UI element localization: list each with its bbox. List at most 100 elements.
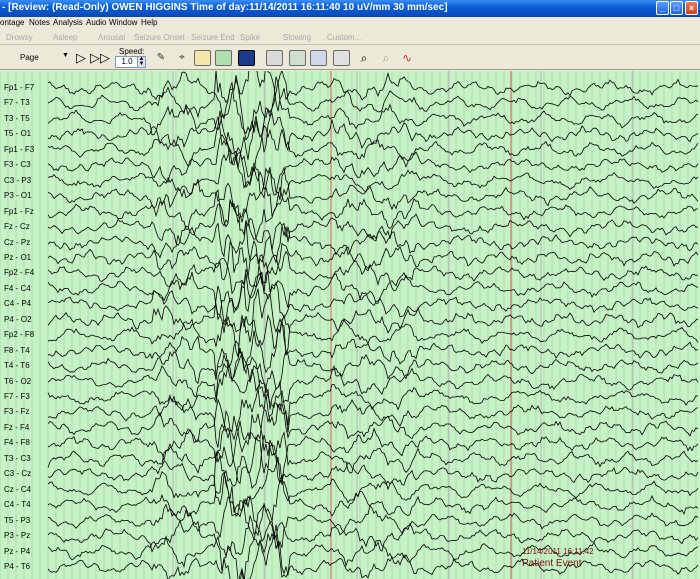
channel-label: F4 - C4 bbox=[4, 283, 31, 293]
close-button[interactable]: × bbox=[685, 1, 698, 15]
eeg-trace bbox=[47, 221, 699, 278]
play-icon[interactable]: ▷ bbox=[72, 49, 90, 67]
eeg-trace bbox=[47, 471, 699, 541]
channel-label: Pz - O1 bbox=[4, 252, 32, 262]
menu-analysis[interactable]: Analysis bbox=[53, 18, 83, 27]
annotation-bar: Drowsy Asleep Arousal Seizure Onset Seiz… bbox=[0, 30, 700, 45]
annotation-arousal[interactable]: Arousal bbox=[98, 33, 125, 42]
eeg-trace bbox=[47, 340, 699, 398]
speed-input[interactable]: 1.0 bbox=[115, 56, 139, 68]
eeg-trace bbox=[47, 285, 699, 358]
channel-label: F8 - T4 bbox=[4, 345, 30, 355]
menu-help[interactable]: Help bbox=[141, 18, 157, 27]
title-bar[interactable]: - [Review: (Read-Only) OWEN HIGGINS Time… bbox=[0, 0, 700, 17]
channel-label: P3 - Pz bbox=[4, 531, 31, 541]
channel-label: T6 - O2 bbox=[4, 376, 32, 386]
eeg-trace bbox=[47, 435, 699, 506]
dsa-icon[interactable] bbox=[194, 50, 211, 66]
report-icon[interactable] bbox=[310, 50, 327, 66]
menu-notes[interactable]: Notes bbox=[29, 18, 50, 27]
channel-label: T3 - C3 bbox=[4, 453, 31, 463]
annotation-custom[interactable]: Custom... bbox=[327, 33, 361, 42]
eeg-trace bbox=[47, 533, 699, 579]
channel-label: T5 - O1 bbox=[4, 129, 32, 139]
channel-label: Fz - F4 bbox=[4, 422, 30, 432]
annotation-seizure-onset[interactable]: Seizure Onset bbox=[134, 33, 185, 42]
channel-label: Pz - P4 bbox=[4, 546, 31, 556]
speed-stepper[interactable]: ▲ ▼ bbox=[137, 56, 146, 68]
channel-label: Fp1 - F3 bbox=[4, 144, 35, 154]
toolbar: Page ▼ ▷ ▷▷ Speed: 1.0 ▲ ▼ ✎ ⌖ ⌕ ⌕ ∿ bbox=[0, 46, 700, 70]
eeg-trace-panel[interactable]: Fp1 - F7 F7 - T3 T3 - T5 T5 - O1 Fp1 - F3 F3 … bbox=[0, 71, 700, 579]
annotation-drowsy[interactable]: Drowsy bbox=[6, 33, 33, 42]
patient-video-icon[interactable] bbox=[266, 50, 283, 66]
spectral-icon[interactable] bbox=[215, 50, 232, 66]
channel-label: T3 - T5 bbox=[4, 113, 30, 123]
channel-label: Fz - Cz bbox=[4, 222, 30, 232]
zoom-in-icon[interactable]: ⌕ bbox=[355, 49, 373, 67]
eeg-trace bbox=[47, 182, 699, 240]
channel-label: Cz - Pz bbox=[4, 237, 31, 247]
menu-audio[interactable]: Audio bbox=[86, 18, 106, 27]
eeg-trace bbox=[47, 133, 699, 201]
event-timestamp: 11/14/2011 16:11:42 bbox=[522, 547, 594, 556]
speed-label: Speed: bbox=[119, 47, 145, 56]
fast-forward-icon[interactable]: ▷▷ bbox=[90, 49, 110, 67]
channel-label: P4 - O2 bbox=[4, 314, 32, 324]
eeg-review-window: - [Review: (Read-Only) OWEN HIGGINS Time… bbox=[0, 0, 700, 579]
channel-label: F3 - Fz bbox=[4, 407, 30, 417]
eeg-trace bbox=[47, 166, 699, 227]
channel-label: Fp1 - F7 bbox=[4, 83, 35, 92]
menu-bar: ontage Notes Analysis Audio Window Help bbox=[0, 17, 700, 29]
channel-label: F4 - F8 bbox=[4, 438, 30, 448]
eeg-trace bbox=[47, 106, 699, 169]
channel-label: T5 - P3 bbox=[4, 515, 31, 525]
marker-tool-icon[interactable]: ✎ bbox=[152, 49, 170, 67]
eeg-trace bbox=[47, 250, 699, 313]
eeg-trace bbox=[47, 393, 699, 454]
channel-label: F7 - F3 bbox=[4, 392, 30, 401]
eeg-trace bbox=[47, 148, 699, 217]
eeg-trace bbox=[47, 201, 699, 264]
channel-label: Fp2 - F8 bbox=[4, 330, 35, 340]
channel-label: C3 - Cz bbox=[4, 469, 32, 479]
menu-montage[interactable]: ontage bbox=[0, 18, 24, 27]
camera-icon[interactable] bbox=[289, 50, 306, 66]
channel-label: Fp2 - F4 bbox=[4, 268, 35, 278]
maximize-button[interactable]: □ bbox=[670, 1, 683, 15]
eeg-trace bbox=[47, 221, 699, 293]
eeg-trace bbox=[47, 353, 699, 410]
channel-label: C4 - T4 bbox=[4, 500, 31, 510]
eeg-trace bbox=[47, 427, 699, 490]
minimize-button[interactable]: _ bbox=[656, 1, 669, 15]
channel-label: C3 - P3 bbox=[4, 175, 32, 185]
channel-label: F7 - T3 bbox=[4, 98, 30, 108]
eeg-trace bbox=[47, 503, 699, 572]
eeg-trace bbox=[47, 314, 699, 382]
annotation-asleep[interactable]: Asleep bbox=[53, 33, 77, 42]
eeg-trace bbox=[47, 271, 699, 333]
channel-label: Cz - C4 bbox=[4, 484, 32, 494]
eeg-trace bbox=[47, 71, 699, 135]
eeg-trace bbox=[47, 451, 699, 518]
page-mode-select[interactable]: Page ▼ bbox=[2, 52, 70, 65]
annotation-spike[interactable]: Spike bbox=[240, 33, 260, 42]
eeg-waveform-canvas bbox=[0, 71, 699, 579]
channel-label: C4 - P4 bbox=[4, 299, 32, 309]
menu-window[interactable]: Window bbox=[109, 18, 137, 27]
window-title: - [Review: (Read-Only) OWEN HIGGINS Time… bbox=[2, 2, 448, 13]
chevron-down-icon: ▼ bbox=[62, 52, 69, 59]
annotation-tool-icon[interactable]: ⌖ bbox=[173, 49, 191, 67]
spike-detect-icon[interactable]: ∿ bbox=[398, 49, 416, 67]
eeg-trace bbox=[47, 524, 699, 579]
page-mode-value: Page bbox=[20, 53, 39, 62]
channel-label: F3 - C3 bbox=[4, 160, 31, 170]
zoom-out-icon[interactable]: ⌕ bbox=[377, 49, 395, 67]
annotation-seizure-end[interactable]: Seizure End bbox=[191, 33, 235, 42]
montage-icon[interactable] bbox=[238, 50, 255, 66]
annotation-slowing[interactable]: Slowing bbox=[283, 33, 311, 42]
channel-label: T4 - T6 bbox=[4, 361, 30, 371]
eeg-trace bbox=[47, 379, 699, 448]
print-icon[interactable] bbox=[333, 50, 350, 66]
channel-label: Fp1 - Fz bbox=[4, 206, 34, 216]
